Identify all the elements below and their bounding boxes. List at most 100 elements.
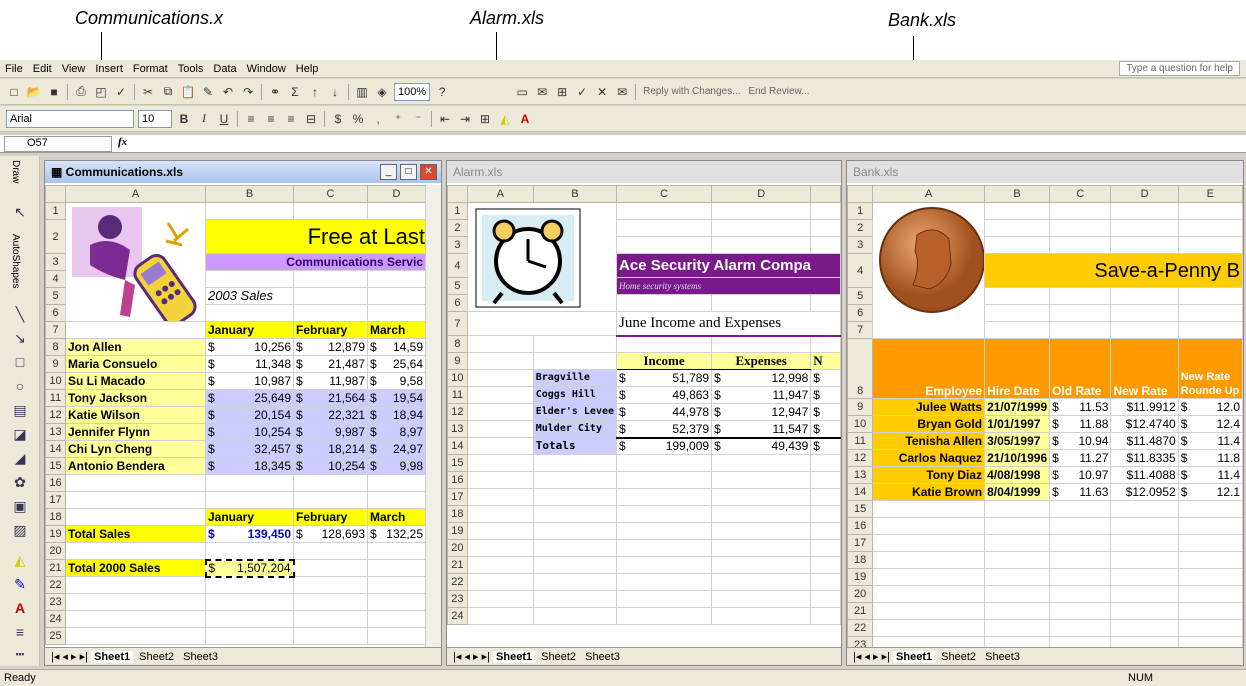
old-rate-cell[interactable]: $10.94	[1049, 432, 1112, 450]
hire-date-cell[interactable]: 21/07/1999	[984, 398, 1051, 416]
sales-cell[interactable]: $8,97	[367, 423, 426, 441]
new-rate-cell[interactable]: $11.9912	[1110, 398, 1179, 416]
sales-cell[interactable]: $21,487	[293, 355, 368, 373]
sales-cell[interactable]: $9,987	[293, 423, 368, 441]
reply-with-changes-button[interactable]: Reply with Changes...	[643, 86, 740, 97]
sort-descending-icon[interactable]: ↓	[326, 83, 344, 101]
window-title[interactable]: Alarm.xls	[447, 161, 841, 183]
alarm-window[interactable]: Alarm.xls ABCD 1 2 3 4 Ace Security Alarm…	[446, 160, 842, 666]
select-objects-icon[interactable]: ↖	[10, 204, 30, 222]
sales-cell[interactable]: $10,254	[293, 457, 368, 475]
comm-sheet-grid[interactable]: ABCD 1 2 Free at Last 3 Communications Ser…	[45, 185, 426, 645]
location-name[interactable]: Coggs Hill	[532, 386, 618, 404]
wordart-icon[interactable]: ◪	[10, 426, 30, 444]
employee-name[interactable]: Carlos Naquez	[872, 449, 986, 467]
total-sales-mar[interactable]: $132,25	[367, 525, 426, 543]
format-painter-icon[interactable]: ✎	[199, 83, 217, 101]
tab-sheet3[interactable]: Sheet3	[982, 651, 1023, 663]
accept-icon[interactable]: ✓	[573, 83, 591, 101]
merge-center-icon[interactable]: ⊟	[302, 110, 320, 128]
sales-cell[interactable]: $9,58	[367, 372, 426, 390]
amount-cell[interactable]: $12,947	[711, 403, 812, 421]
amount-cell[interactable]: $51,789	[616, 369, 713, 387]
mail-icon[interactable]: ✉	[613, 83, 631, 101]
old-rate-cell[interactable]: $11.88	[1049, 415, 1112, 433]
salesperson-name[interactable]: Maria Consuelo	[65, 355, 206, 373]
font-select[interactable]: Arial	[6, 109, 134, 128]
tab-nav-icon[interactable]: |◂ ◂ ▸ ▸|	[51, 651, 91, 663]
alarm-sheet-grid[interactable]: ABCD 1 2 3 4 Ace Security Alarm Compa 5 Ho…	[447, 185, 841, 625]
drawing-icon[interactable]: ◈	[373, 83, 391, 101]
tab-sheet2[interactable]: Sheet2	[538, 651, 579, 663]
location-name[interactable]: Mulder City	[532, 420, 618, 438]
rounded-rate-cell[interactable]: $11.8	[1177, 449, 1243, 467]
line-style-icon[interactable]: ≡	[10, 624, 30, 642]
salesperson-name[interactable]: Tony Jackson	[65, 389, 206, 407]
menu-file[interactable]: File	[0, 63, 28, 75]
open-icon[interactable]: 📂	[25, 83, 43, 101]
paste-icon[interactable]: 📋	[179, 83, 197, 101]
old-rate-cell[interactable]: $11.27	[1049, 449, 1112, 467]
align-left-icon[interactable]: ≡	[242, 110, 260, 128]
totals-income[interactable]: $199,009	[616, 436, 713, 455]
help-icon[interactable]: ?	[433, 83, 451, 101]
sales-cell[interactable]: $32,457	[205, 440, 294, 458]
bold-icon[interactable]: B	[175, 110, 193, 128]
picture-icon[interactable]: ▨	[10, 522, 30, 540]
tab-sheet1[interactable]: Sheet1	[91, 651, 134, 663]
spelling-icon[interactable]: ✓	[112, 83, 130, 101]
cut-icon[interactable]: ✂	[139, 83, 157, 101]
tab-nav-icon[interactable]: |◂ ◂ ▸ ▸|	[453, 651, 493, 663]
fill-color-icon[interactable]: ◭	[496, 110, 514, 128]
old-rate-cell[interactable]: $11.53	[1049, 398, 1112, 416]
hire-date-cell[interactable]: 21/10/1996	[984, 449, 1051, 467]
sales-cell[interactable]: $11,348	[205, 355, 294, 373]
dash-style-icon[interactable]: ┅	[10, 646, 30, 664]
salesperson-name[interactable]: Chi Lyn Cheng	[65, 440, 206, 458]
chart-wizard-icon[interactable]: ▥	[353, 83, 371, 101]
increase-decimal-icon[interactable]: ⁺	[389, 110, 407, 128]
new-rate-cell[interactable]: $12.0952	[1110, 483, 1179, 501]
sales-cell[interactable]: $11,987	[293, 372, 368, 390]
bank-sheet-grid[interactable]: ABCDE 1 2 3 4 Save-a-Penny B 5 6 7 8 Empl…	[847, 185, 1243, 654]
menu-format[interactable]: Format	[128, 63, 173, 75]
print-icon[interactable]: ⎙	[72, 83, 90, 101]
salesperson-name[interactable]: Jon Allen	[65, 338, 206, 356]
salesperson-name[interactable]: Su Li Macado	[65, 372, 206, 390]
sales-cell[interactable]: $25,649	[205, 389, 294, 407]
sales-cell[interactable]: $10,987	[205, 372, 294, 390]
salesperson-name[interactable]: Antonio Bendera	[65, 457, 206, 475]
print-preview-icon[interactable]: ◰	[92, 83, 110, 101]
old-rate-cell[interactable]: $11.63	[1049, 483, 1112, 501]
sales-cell[interactable]: $18,345	[205, 457, 294, 475]
zoom-select[interactable]: 100%	[394, 82, 431, 101]
amount-cell[interactable]: $49,863	[616, 386, 713, 404]
rounded-rate-cell[interactable]: $11.4	[1177, 466, 1243, 484]
communications-window[interactable]: ▦ Communications.xls _ □ ✕ ABCD 1 2 Free …	[44, 160, 442, 666]
salesperson-name[interactable]: Jennifer Flynn	[65, 423, 206, 441]
review-icon[interactable]: ▭	[513, 83, 531, 101]
total-2000-cell[interactable]: $1,507,204	[204, 558, 295, 578]
decrease-decimal-icon[interactable]: ⁻	[409, 110, 427, 128]
borders-icon[interactable]: ⊞	[476, 110, 494, 128]
tab-sheet3[interactable]: Sheet3	[180, 651, 221, 663]
end-review-button[interactable]: End Review...	[748, 86, 809, 97]
sales-cell[interactable]: $18,94	[367, 406, 426, 424]
sales-cell[interactable]: $12,879	[293, 338, 368, 356]
employee-name[interactable]: Bryan Gold	[872, 415, 986, 433]
help-search-input[interactable]: Type a question for help	[1119, 61, 1240, 76]
employee-name[interactable]: Tony Diaz	[872, 466, 986, 484]
sales-cell[interactable]: $22,321	[293, 406, 368, 424]
new-rate-cell[interactable]: $11.4870	[1110, 432, 1179, 450]
tab-sheet2[interactable]: Sheet2	[136, 651, 177, 663]
underline-icon[interactable]: U	[215, 110, 233, 128]
hire-date-cell[interactable]: 1/01/1997	[984, 415, 1051, 433]
font-color-icon[interactable]: A	[10, 600, 30, 618]
decrease-indent-icon[interactable]: ⇤	[436, 110, 454, 128]
picture-icon[interactable]: ▣	[10, 498, 30, 516]
align-right-icon[interactable]: ≡	[282, 110, 300, 128]
sales-cell[interactable]: $9,98	[367, 457, 426, 475]
menu-tools[interactable]: Tools	[173, 63, 209, 75]
sales-cell[interactable]: $21,564	[293, 389, 368, 407]
arrow-icon[interactable]: ↘	[10, 330, 30, 348]
